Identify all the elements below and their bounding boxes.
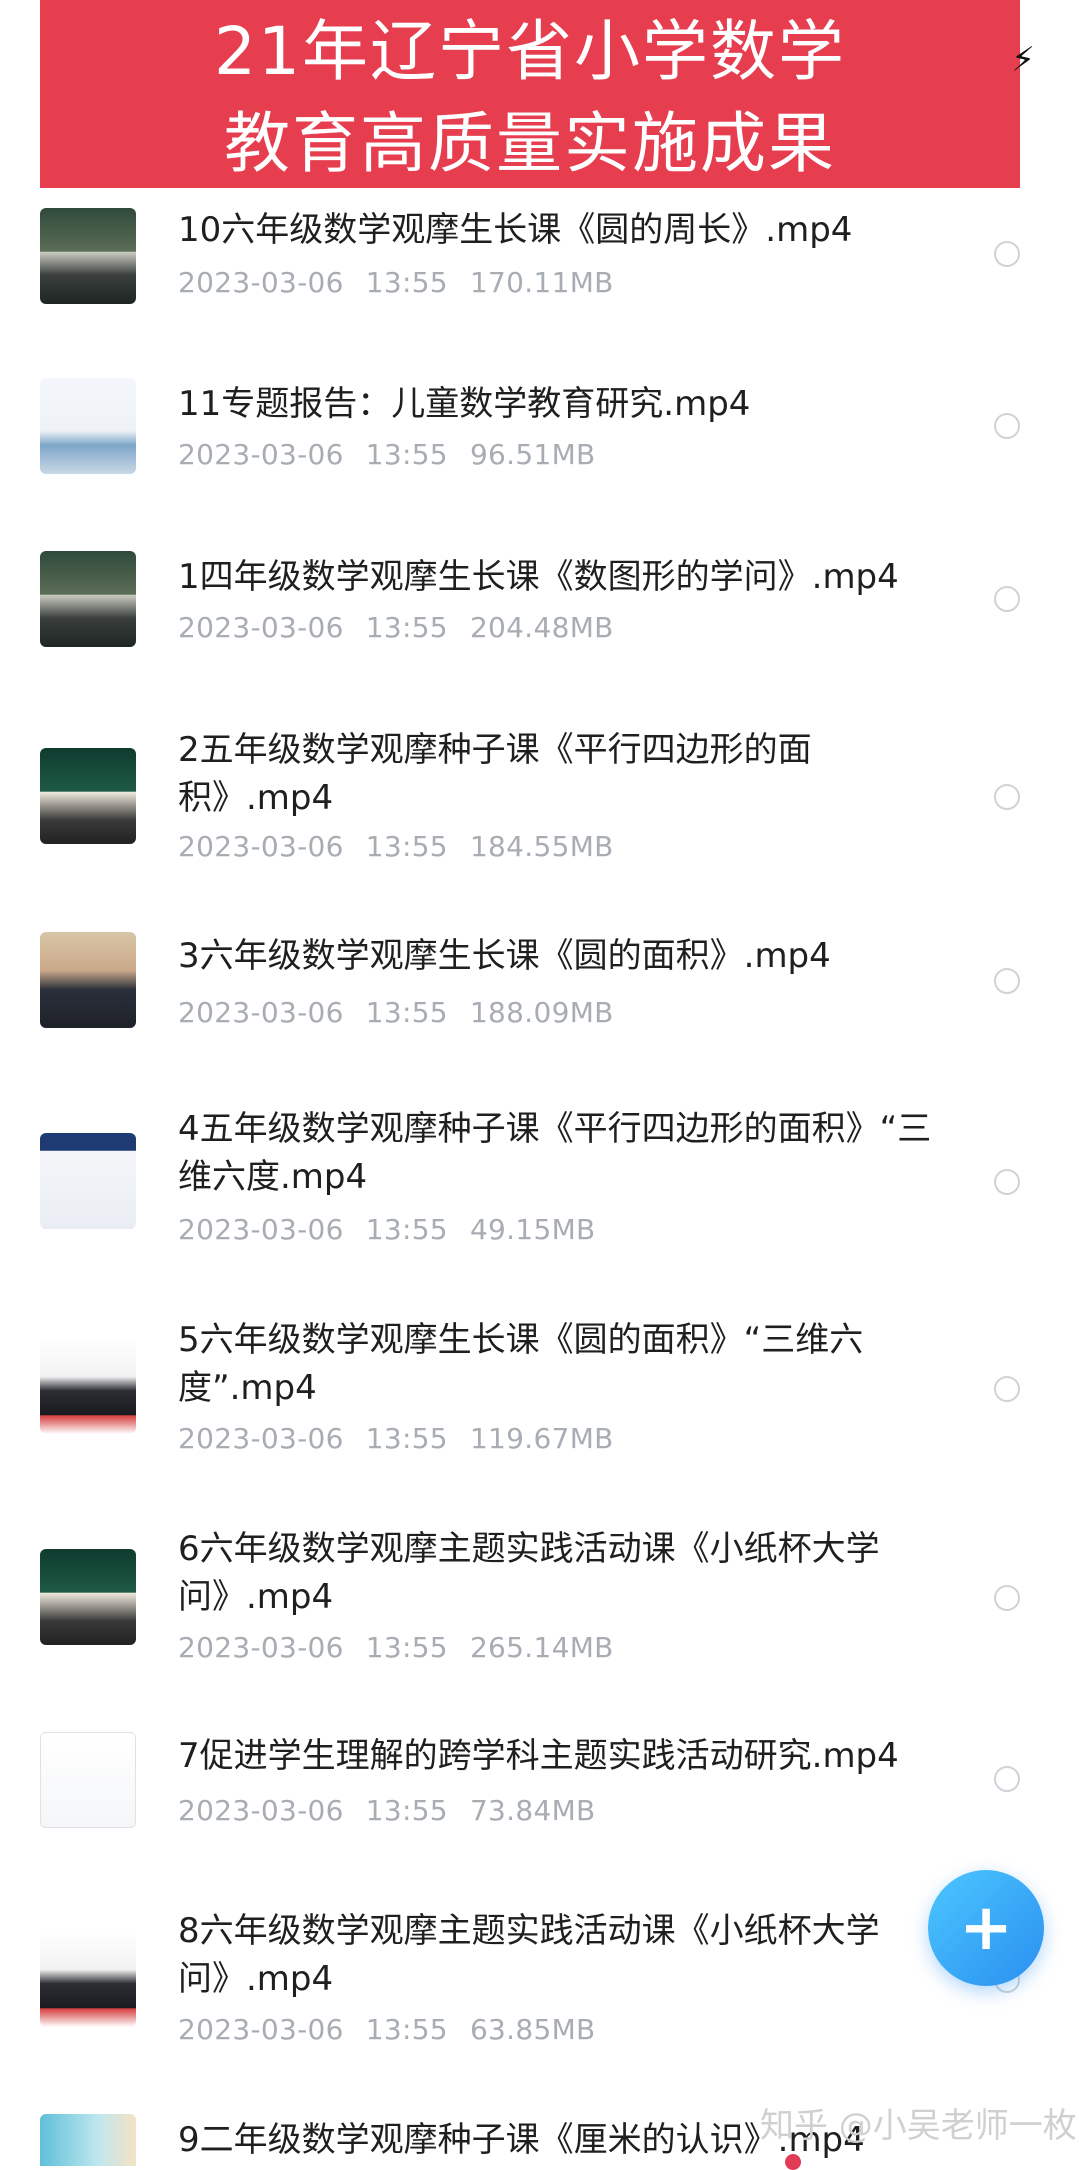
file-meta: 2023-03-06 13:55 119.67MB xyxy=(178,1422,636,1455)
file-time: 13:55 xyxy=(365,1631,448,1664)
video-thumbnail xyxy=(40,932,136,1028)
file-time: 13:55 xyxy=(365,1794,448,1827)
video-thumbnail xyxy=(40,748,136,844)
file-time: 13:55 xyxy=(365,1213,448,1246)
file-size: 119.67MB xyxy=(469,1422,614,1455)
file-date: 2023-03-06 xyxy=(178,611,344,644)
file-meta: 2023-03-06 13:55 63.85MB xyxy=(178,2013,618,2046)
lightning-icon: ⚡ xyxy=(1011,40,1035,80)
file-time: 13:55 xyxy=(365,611,448,644)
select-radio[interactable] xyxy=(994,586,1020,612)
video-thumbnail xyxy=(40,1732,136,1828)
video-thumbnail xyxy=(40,1133,136,1229)
file-date: 2023-03-06 xyxy=(178,1422,344,1455)
file-meta: 2023-03-06 13:55 204.48MB xyxy=(178,611,636,644)
file-date: 2023-03-06 xyxy=(178,1631,344,1664)
file-size: 170.11MB xyxy=(469,266,614,299)
file-size: 73.84MB xyxy=(469,1794,596,1827)
select-radio[interactable] xyxy=(994,1585,1020,1611)
list-item[interactable]: 1四年级数学观摩生长课《数图形的学问》.mp4 2023-03-06 13:55 2… xyxy=(0,545,1079,665)
file-title: 3六年级数学观摩生长课《圆的面积》.mp4 xyxy=(178,936,831,976)
file-date: 2023-03-06 xyxy=(178,2013,344,2046)
video-thumbnail xyxy=(40,378,136,474)
nav-indicator xyxy=(785,2154,801,2170)
file-time: 13:55 xyxy=(365,996,448,1029)
file-date: 2023-03-06 xyxy=(178,266,344,299)
file-date: 2023-03-06 xyxy=(178,996,344,1029)
list-item[interactable]: 4五年级数学观摩种子课《平行四边形的面积》“三维六度.mp4 2023-03-0… xyxy=(0,1103,1079,1263)
file-title: 10六年级数学观摩生长课《圆的周长》.mp4 xyxy=(178,210,853,250)
select-radio[interactable] xyxy=(994,413,1020,439)
video-thumbnail xyxy=(40,2114,136,2166)
file-date: 2023-03-06 xyxy=(178,1794,344,1827)
plus-icon: + xyxy=(959,1891,1013,1965)
list-item[interactable]: 8六年级数学观摩主题实践活动课《小纸杯大学问》.mp4 2023-03-06 13… xyxy=(0,1903,1079,2063)
file-time: 13:55 xyxy=(365,438,448,471)
file-meta: 2023-03-06 13:55 96.51MB xyxy=(178,438,618,471)
banner-line-2: 教育高质量实施成果 xyxy=(224,105,836,182)
file-title: 5六年级数学观摩生长课《圆的面积》“三维六度”.mp4 xyxy=(178,1320,864,1408)
file-meta: 2023-03-06 13:55 188.09MB xyxy=(178,996,636,1029)
file-title: 6六年级数学观摩主题实践活动课《小纸杯大学问》.mp4 xyxy=(178,1529,880,1617)
file-size: 184.55MB xyxy=(469,830,614,863)
file-size: 188.09MB xyxy=(469,996,614,1029)
video-thumbnail xyxy=(40,1931,136,2027)
select-radio[interactable] xyxy=(994,784,1020,810)
file-meta: 2023-03-06 13:55 170.11MB xyxy=(178,266,636,299)
watermark: 知乎 @小吴老师一枚 xyxy=(760,2106,1077,2146)
file-time: 13:55 xyxy=(365,1422,448,1455)
file-size: 49.15MB xyxy=(469,1213,596,1246)
list-item[interactable]: 5六年级数学观摩生长课《圆的面积》“三维六度”.mp4 2023-03-06 13… xyxy=(0,1312,1079,1472)
file-time: 13:55 xyxy=(365,266,448,299)
add-button[interactable]: + xyxy=(928,1870,1044,1986)
file-size: 96.51MB xyxy=(469,438,596,471)
file-title: 8六年级数学观摩主题实践活动课《小纸杯大学问》.mp4 xyxy=(178,1911,880,1999)
select-radio[interactable] xyxy=(994,1766,1020,1792)
video-thumbnail xyxy=(40,208,136,304)
file-title: 1四年级数学观摩生长课《数图形的学问》.mp4 xyxy=(178,557,899,597)
select-radio[interactable] xyxy=(994,1376,1020,1402)
video-thumbnail xyxy=(40,1549,136,1645)
list-item[interactable]: 3六年级数学观摩生长课《圆的面积》.mp4 2023-03-06 13:55 188… xyxy=(0,932,1079,1052)
file-size: 204.48MB xyxy=(469,611,614,644)
video-thumbnail xyxy=(40,551,136,647)
list-item[interactable]: 6六年级数学观摩主题实践活动课《小纸杯大学问》.mp4 2023-03-06 13… xyxy=(0,1521,1079,1681)
banner-line-1: 21年辽宁省小学数学 xyxy=(214,13,846,90)
file-meta: 2023-03-06 13:55 73.84MB xyxy=(178,1794,618,1827)
file-title: 7促进学生理解的跨学科主题实践活动研究.mp4 xyxy=(178,1736,899,1776)
file-title: 2五年级数学观摩种子课《平行四边形的面积》.mp4 xyxy=(178,730,812,818)
title-banner: 21年辽宁省小学数学 教育高质量实施成果 xyxy=(40,0,1020,188)
select-radio[interactable] xyxy=(994,241,1020,267)
list-item[interactable]: 7促进学生理解的跨学科主题实践活动研究.mp4 2023-03-06 13:55 7… xyxy=(0,1730,1079,1850)
list-item[interactable]: 2五年级数学观摩种子课《平行四边形的面积》.mp4 2023-03-06 13:5… xyxy=(0,718,1079,878)
file-time: 13:55 xyxy=(365,830,448,863)
file-size: 265.14MB xyxy=(469,1631,614,1664)
file-meta: 2023-03-06 13:55 49.15MB xyxy=(178,1213,618,1246)
file-meta: 2023-03-06 13:55 184.55MB xyxy=(178,830,636,863)
list-item[interactable]: 10六年级数学观摩生长课《圆的周长》.mp4 2023-03-06 13:55 17… xyxy=(0,200,1079,320)
file-size: 63.85MB xyxy=(469,2013,596,2046)
file-date: 2023-03-06 xyxy=(178,1213,344,1246)
video-thumbnail xyxy=(40,1338,136,1434)
file-meta: 2023-03-06 13:55 265.14MB xyxy=(178,1631,636,1664)
select-radio[interactable] xyxy=(994,968,1020,994)
file-time: 13:55 xyxy=(365,2013,448,2046)
file-date: 2023-03-06 xyxy=(178,438,344,471)
select-radio[interactable] xyxy=(994,1169,1020,1195)
list-item[interactable]: 11专题报告：儿童数学教育研究.mp4 2023-03-06 13:55 96.51… xyxy=(0,372,1079,492)
file-title: 4五年级数学观摩种子课《平行四边形的面积》“三维六度.mp4 xyxy=(178,1109,932,1197)
file-date: 2023-03-06 xyxy=(178,830,344,863)
file-title: 11专题报告：儿童数学教育研究.mp4 xyxy=(178,384,751,424)
